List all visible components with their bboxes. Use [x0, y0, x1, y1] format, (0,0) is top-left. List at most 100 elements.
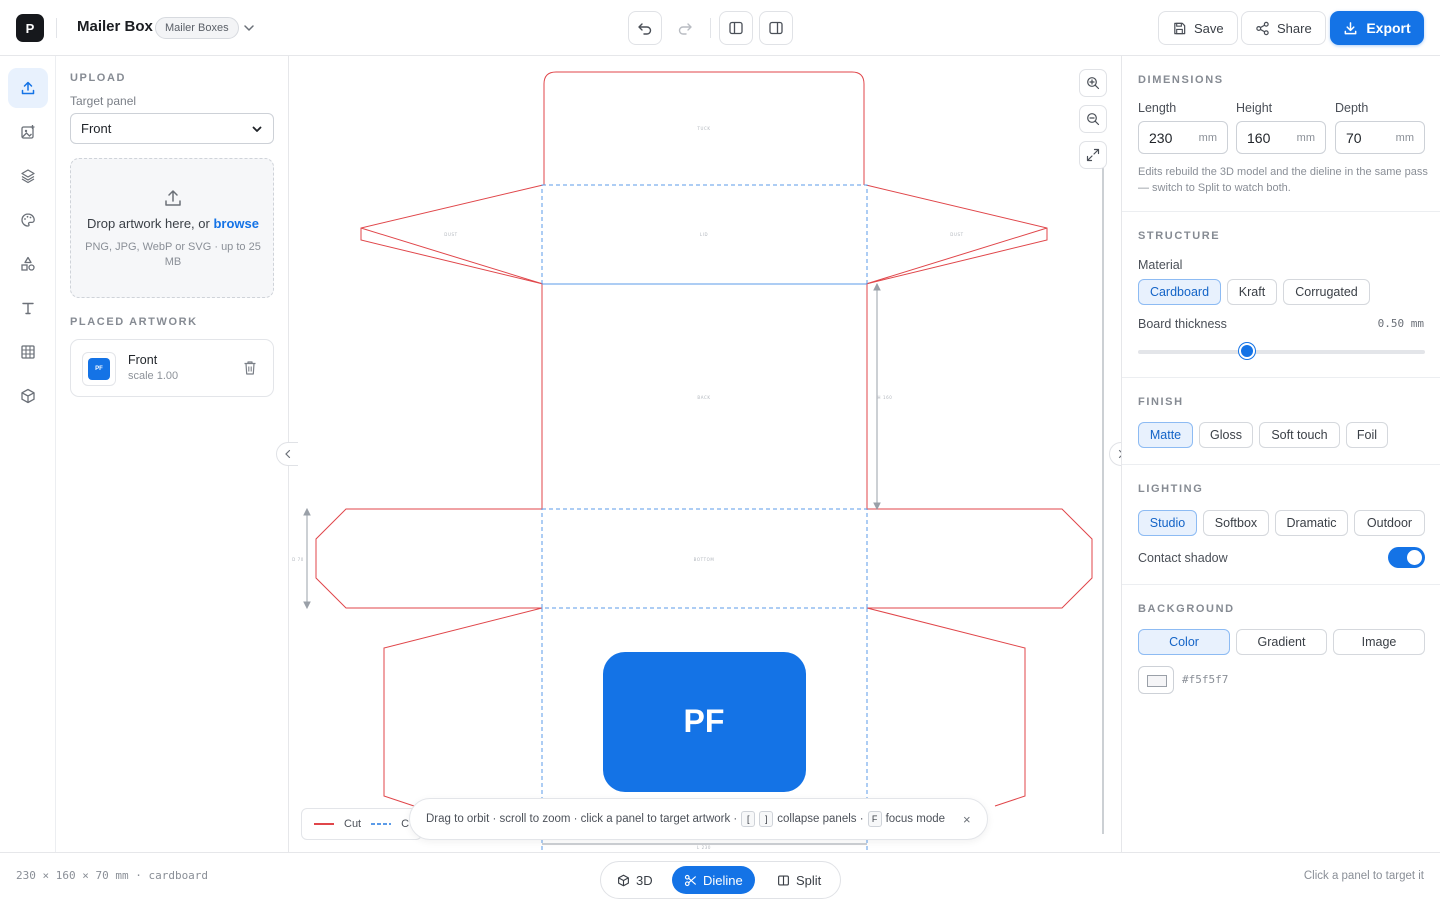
- dimensions-title: DIMENSIONS: [1138, 74, 1224, 86]
- front-right-cut[interactable]: [866, 607, 1026, 807]
- rail-palette[interactable]: [8, 200, 48, 240]
- view-split-button[interactable]: Split: [765, 866, 833, 894]
- dieline-canvas[interactable]: TUCK LID DUST DUST BACK BOTTOM H 160 D 7…: [289, 56, 1121, 852]
- depth-dim-label: D 70: [292, 557, 304, 562]
- placed-artwork-item[interactable]: PF Front scale 1.00: [70, 339, 274, 397]
- background-hex: #f5f5f7: [1182, 673, 1229, 686]
- zoom-in-button[interactable]: [1079, 69, 1107, 97]
- finish-foil[interactable]: Foil: [1346, 422, 1388, 448]
- background-color[interactable]: Color: [1138, 629, 1230, 655]
- rail-shapes[interactable]: [8, 244, 48, 284]
- dust-right-label: DUST: [950, 232, 963, 237]
- background-section: BACKGROUND: [1122, 585, 1440, 745]
- height-label: Height: [1236, 101, 1273, 115]
- browse-link[interactable]: browse: [213, 216, 259, 231]
- collapse-left-panel-button[interactable]: [276, 442, 298, 466]
- background-title: BACKGROUND: [1138, 603, 1235, 615]
- bottom-right-side-cut[interactable]: [867, 508, 1093, 609]
- rail-upload[interactable]: [8, 68, 48, 108]
- redo-icon: [678, 23, 692, 35]
- material-corrugated[interactable]: Corrugated: [1283, 279, 1370, 305]
- expand-icon: [1086, 148, 1100, 162]
- rail-layers[interactable]: [8, 156, 48, 196]
- redo-button[interactable]: [668, 11, 702, 45]
- cut-line-swatch: [314, 823, 334, 825]
- export-button[interactable]: Export: [1330, 11, 1424, 45]
- upload-section-title: UPLOAD: [70, 72, 127, 84]
- app-logo[interactable]: P: [16, 14, 44, 42]
- export-label: Export: [1366, 20, 1411, 36]
- key-f: F: [867, 811, 882, 827]
- front-left-cut[interactable]: [383, 607, 543, 807]
- thickness-slider[interactable]: [1138, 350, 1425, 354]
- lighting-title: LIGHTING: [1138, 483, 1204, 495]
- length-label: Length: [1138, 101, 1177, 115]
- key-bracket-right: ]: [759, 811, 774, 827]
- fit-view-button[interactable]: [1079, 141, 1107, 169]
- save-label: Save: [1194, 20, 1224, 36]
- rail-images[interactable]: [8, 112, 48, 152]
- finish-gloss[interactable]: Gloss: [1199, 422, 1253, 448]
- bottom-panel-label: BOTTOM: [694, 557, 715, 562]
- material-cardboard[interactable]: Cardboard: [1138, 279, 1221, 305]
- dimensions-summary: 230 × 160 × 70 mm · cardboard: [16, 869, 209, 882]
- save-button[interactable]: Save: [1158, 11, 1238, 45]
- share-icon: [1256, 21, 1269, 35]
- finish-soft-touch[interactable]: Soft touch: [1259, 422, 1340, 448]
- contact-shadow-toggle[interactable]: [1388, 547, 1425, 568]
- artwork-thumbnail: PF: [82, 352, 116, 386]
- chevron-left-icon: [284, 449, 290, 459]
- depth-label: Depth: [1335, 101, 1369, 115]
- length-input[interactable]: 230 mm: [1138, 121, 1228, 154]
- panel-left-icon: [729, 21, 743, 35]
- grid-icon: [21, 345, 35, 359]
- zoom-in-icon: [1087, 77, 1100, 90]
- close-toast-button[interactable]: ×: [963, 812, 971, 827]
- status-bar: 230 × 160 × 70 mm · cardboard 3D Dieline…: [0, 852, 1440, 900]
- bottom-left-side-cut[interactable]: [315, 508, 542, 609]
- undo-button[interactable]: [628, 11, 662, 45]
- dropzone-formats: PNG, JPG, WebP or SVG · up to 25 MB: [85, 241, 261, 268]
- background-color-swatch[interactable]: [1138, 666, 1174, 694]
- length-dim-label: L 230: [697, 845, 711, 850]
- toggle-knob: [1407, 550, 1422, 565]
- thickness-label: Board thickness: [1138, 317, 1227, 331]
- lighting-softbox[interactable]: Softbox: [1203, 510, 1269, 536]
- chevron-down-icon[interactable]: [241, 20, 257, 36]
- crease-line-swatch: [371, 823, 392, 825]
- dust-left-label: DUST: [444, 232, 457, 237]
- category-chip: Mailer Boxes: [155, 17, 239, 39]
- key-bracket-left: [: [741, 811, 756, 827]
- trash-icon[interactable]: [243, 360, 257, 376]
- rail-grid[interactable]: [8, 332, 48, 372]
- rail-text[interactable]: [8, 288, 48, 328]
- share-button[interactable]: Share: [1241, 11, 1326, 45]
- toggle-left-panel-button[interactable]: [719, 11, 753, 45]
- target-panel-select[interactable]: Front: [70, 113, 274, 144]
- right-panel: DIMENSIONS Length Height Depth 230 mm 160…: [1121, 56, 1440, 852]
- background-gradient[interactable]: Gradient: [1236, 629, 1327, 655]
- document-title[interactable]: Mailer Box: [77, 18, 153, 35]
- line-legend: Cut C: [301, 808, 423, 840]
- cut-legend-label: Cut: [344, 818, 362, 830]
- background-image[interactable]: Image: [1333, 629, 1425, 655]
- structure-title: STRUCTURE: [1138, 230, 1221, 242]
- view-dieline-button[interactable]: Dieline: [672, 866, 755, 894]
- slider-handle[interactable]: [1239, 343, 1256, 359]
- artwork-scale: scale 1.00: [128, 370, 179, 382]
- material-kraft[interactable]: Kraft: [1227, 279, 1277, 305]
- height-input[interactable]: 160 mm: [1236, 121, 1326, 154]
- artwork-dropzone[interactable]: Drop artwork here, or browse PNG, JPG, W…: [70, 158, 274, 298]
- dieline-svg[interactable]: TUCK LID DUST DUST BACK BOTTOM H 160 D 7…: [289, 56, 1121, 852]
- toggle-right-panel-button[interactable]: [759, 11, 793, 45]
- lighting-dramatic[interactable]: Dramatic: [1275, 510, 1348, 536]
- lighting-outdoor[interactable]: Outdoor: [1354, 510, 1425, 536]
- finish-matte[interactable]: Matte: [1138, 422, 1193, 448]
- lighting-studio[interactable]: Studio: [1138, 510, 1197, 536]
- depth-input[interactable]: 70 mm: [1335, 121, 1425, 154]
- rail-3d[interactable]: [8, 376, 48, 416]
- zoom-out-button[interactable]: [1079, 105, 1107, 133]
- palette-icon: [21, 213, 35, 227]
- view-3d-button[interactable]: 3D: [605, 866, 665, 894]
- upload-icon: [21, 81, 35, 95]
